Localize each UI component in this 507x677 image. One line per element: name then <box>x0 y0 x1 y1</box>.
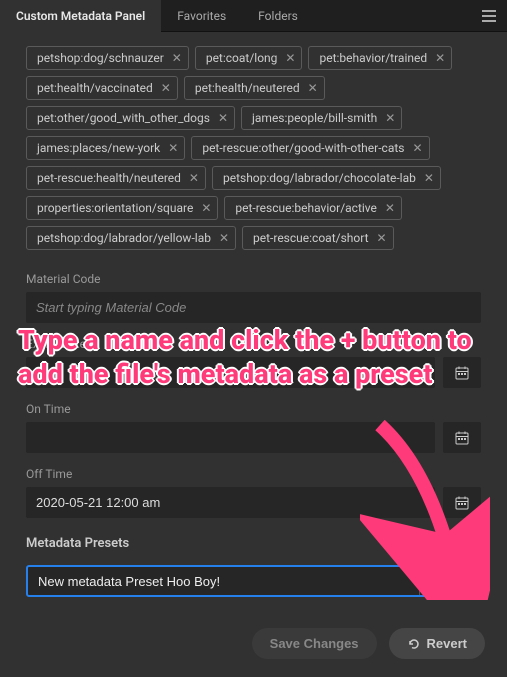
metadata-panel: Custom Metadata Panel Favorites Folders … <box>0 0 507 677</box>
tag: properties:orientation/square ✕ <box>26 196 218 220</box>
tag-remove-button[interactable]: ✕ <box>285 52 295 64</box>
tag: pet:health/neutered ✕ <box>184 76 325 100</box>
tag-label: petshop:dog/labrador/yellow-lab <box>37 231 211 245</box>
tag-remove-button[interactable]: ✕ <box>218 112 228 124</box>
tag-remove-button[interactable]: ✕ <box>385 112 395 124</box>
tag-remove-button[interactable]: ✕ <box>161 82 171 94</box>
tag: pet:other/good_with_other_dogs ✕ <box>26 106 235 130</box>
tag-label: pet-rescue:coat/short <box>253 231 368 245</box>
tag-remove-button[interactable]: ✕ <box>424 172 434 184</box>
tag-label: pet-rescue:behavior/active <box>235 201 377 215</box>
plus-icon <box>464 575 476 587</box>
tab-custom-metadata[interactable]: Custom Metadata Panel <box>0 0 161 32</box>
tab-favorites[interactable]: Favorites <box>161 0 242 32</box>
tag-remove-button[interactable]: ✕ <box>308 82 318 94</box>
tag-label: petshop:dog/schnauzer <box>37 51 164 65</box>
save-button[interactable]: Save Changes <box>252 628 377 659</box>
tag: pet-rescue:coat/short ✕ <box>242 226 394 250</box>
revert-icon <box>407 637 421 651</box>
tags-area: petshop:dog/schnauzer✕pet:coat/long✕pet:… <box>26 46 481 250</box>
expiry-date-label: Expiry Date <box>26 337 481 351</box>
tag-label: pet-rescue:health/neutered <box>37 171 181 185</box>
off-time-calendar-button[interactable] <box>443 487 481 518</box>
tag-remove-button[interactable]: ✕ <box>189 172 199 184</box>
tag-remove-button[interactable]: ✕ <box>377 232 387 244</box>
tag-remove-button[interactable]: ✕ <box>435 52 445 64</box>
on-time-calendar-button[interactable] <box>443 422 481 453</box>
tag: pet:behavior/trained ✕ <box>308 46 452 70</box>
tag-remove-button[interactable]: ✕ <box>219 232 229 244</box>
tag-label: pet:health/vaccinated <box>37 81 153 95</box>
tag-remove-button[interactable]: ✕ <box>172 52 182 64</box>
panel-content: petshop:dog/schnauzer✕pet:coat/long✕pet:… <box>0 32 507 612</box>
tag-label: pet-rescue:other/good-with-other-cats <box>202 141 404 155</box>
chevron-down-icon <box>430 578 440 584</box>
tab-folders[interactable]: Folders <box>242 0 314 32</box>
tag: pet:coat/long ✕ <box>195 46 303 70</box>
tag-label: pet:coat/long <box>206 51 278 65</box>
tag-label: pet:health/neutered <box>195 81 300 95</box>
tab-bar: Custom Metadata Panel Favorites Folders <box>0 0 507 32</box>
revert-button[interactable]: Revert <box>389 628 485 659</box>
tag-label: pet:behavior/trained <box>319 51 427 65</box>
tag: petshop:dog/labrador/yellow-lab ✕ <box>26 226 236 250</box>
calendar-icon <box>454 495 470 511</box>
off-time-input[interactable] <box>26 487 435 518</box>
calendar-icon <box>454 365 470 381</box>
tag-remove-button[interactable]: ✕ <box>385 202 395 214</box>
material-code-label: Material Code <box>26 272 481 286</box>
preset-dropdown-button[interactable] <box>419 567 449 595</box>
tag-label: petshop:dog/labrador/chocolate-lab <box>223 171 416 185</box>
preset-combobox[interactable] <box>26 565 451 597</box>
metadata-presets-heading: Metadata Presets <box>26 536 481 551</box>
tag: petshop:dog/labrador/chocolate-lab ✕ <box>212 166 441 190</box>
on-time-input[interactable] <box>26 422 435 453</box>
tag: pet-rescue:other/good-with-other-cats ✕ <box>191 136 429 160</box>
tag: pet-rescue:behavior/active ✕ <box>224 196 402 220</box>
tag: petshop:dog/schnauzer ✕ <box>26 46 189 70</box>
revert-label: Revert <box>427 636 467 651</box>
expiry-date-calendar-button[interactable] <box>443 357 481 388</box>
material-code-input[interactable] <box>26 292 481 323</box>
preset-name-input[interactable] <box>28 567 419 595</box>
expiry-date-input[interactable] <box>26 357 435 388</box>
calendar-icon <box>454 430 470 446</box>
add-preset-button[interactable] <box>459 570 481 592</box>
tag: james:people/bill-smith ✕ <box>241 106 402 130</box>
tag-label: properties:orientation/square <box>37 201 193 215</box>
tag-label: james:places/new-york <box>37 141 160 155</box>
footer-actions: Save Changes Revert <box>0 612 507 677</box>
tag: pet-rescue:health/neutered ✕ <box>26 166 206 190</box>
tag-label: james:people/bill-smith <box>252 111 377 125</box>
menu-icon[interactable] <box>479 2 507 30</box>
tag: pet:health/vaccinated ✕ <box>26 76 178 100</box>
on-time-label: On Time <box>26 402 481 416</box>
off-time-label: Off Time <box>26 467 481 481</box>
tag: james:places/new-york ✕ <box>26 136 185 160</box>
tag-remove-button[interactable]: ✕ <box>412 142 422 154</box>
tag-remove-button[interactable]: ✕ <box>168 142 178 154</box>
tag-label: pet:other/good_with_other_dogs <box>37 111 210 125</box>
tag-remove-button[interactable]: ✕ <box>201 202 211 214</box>
